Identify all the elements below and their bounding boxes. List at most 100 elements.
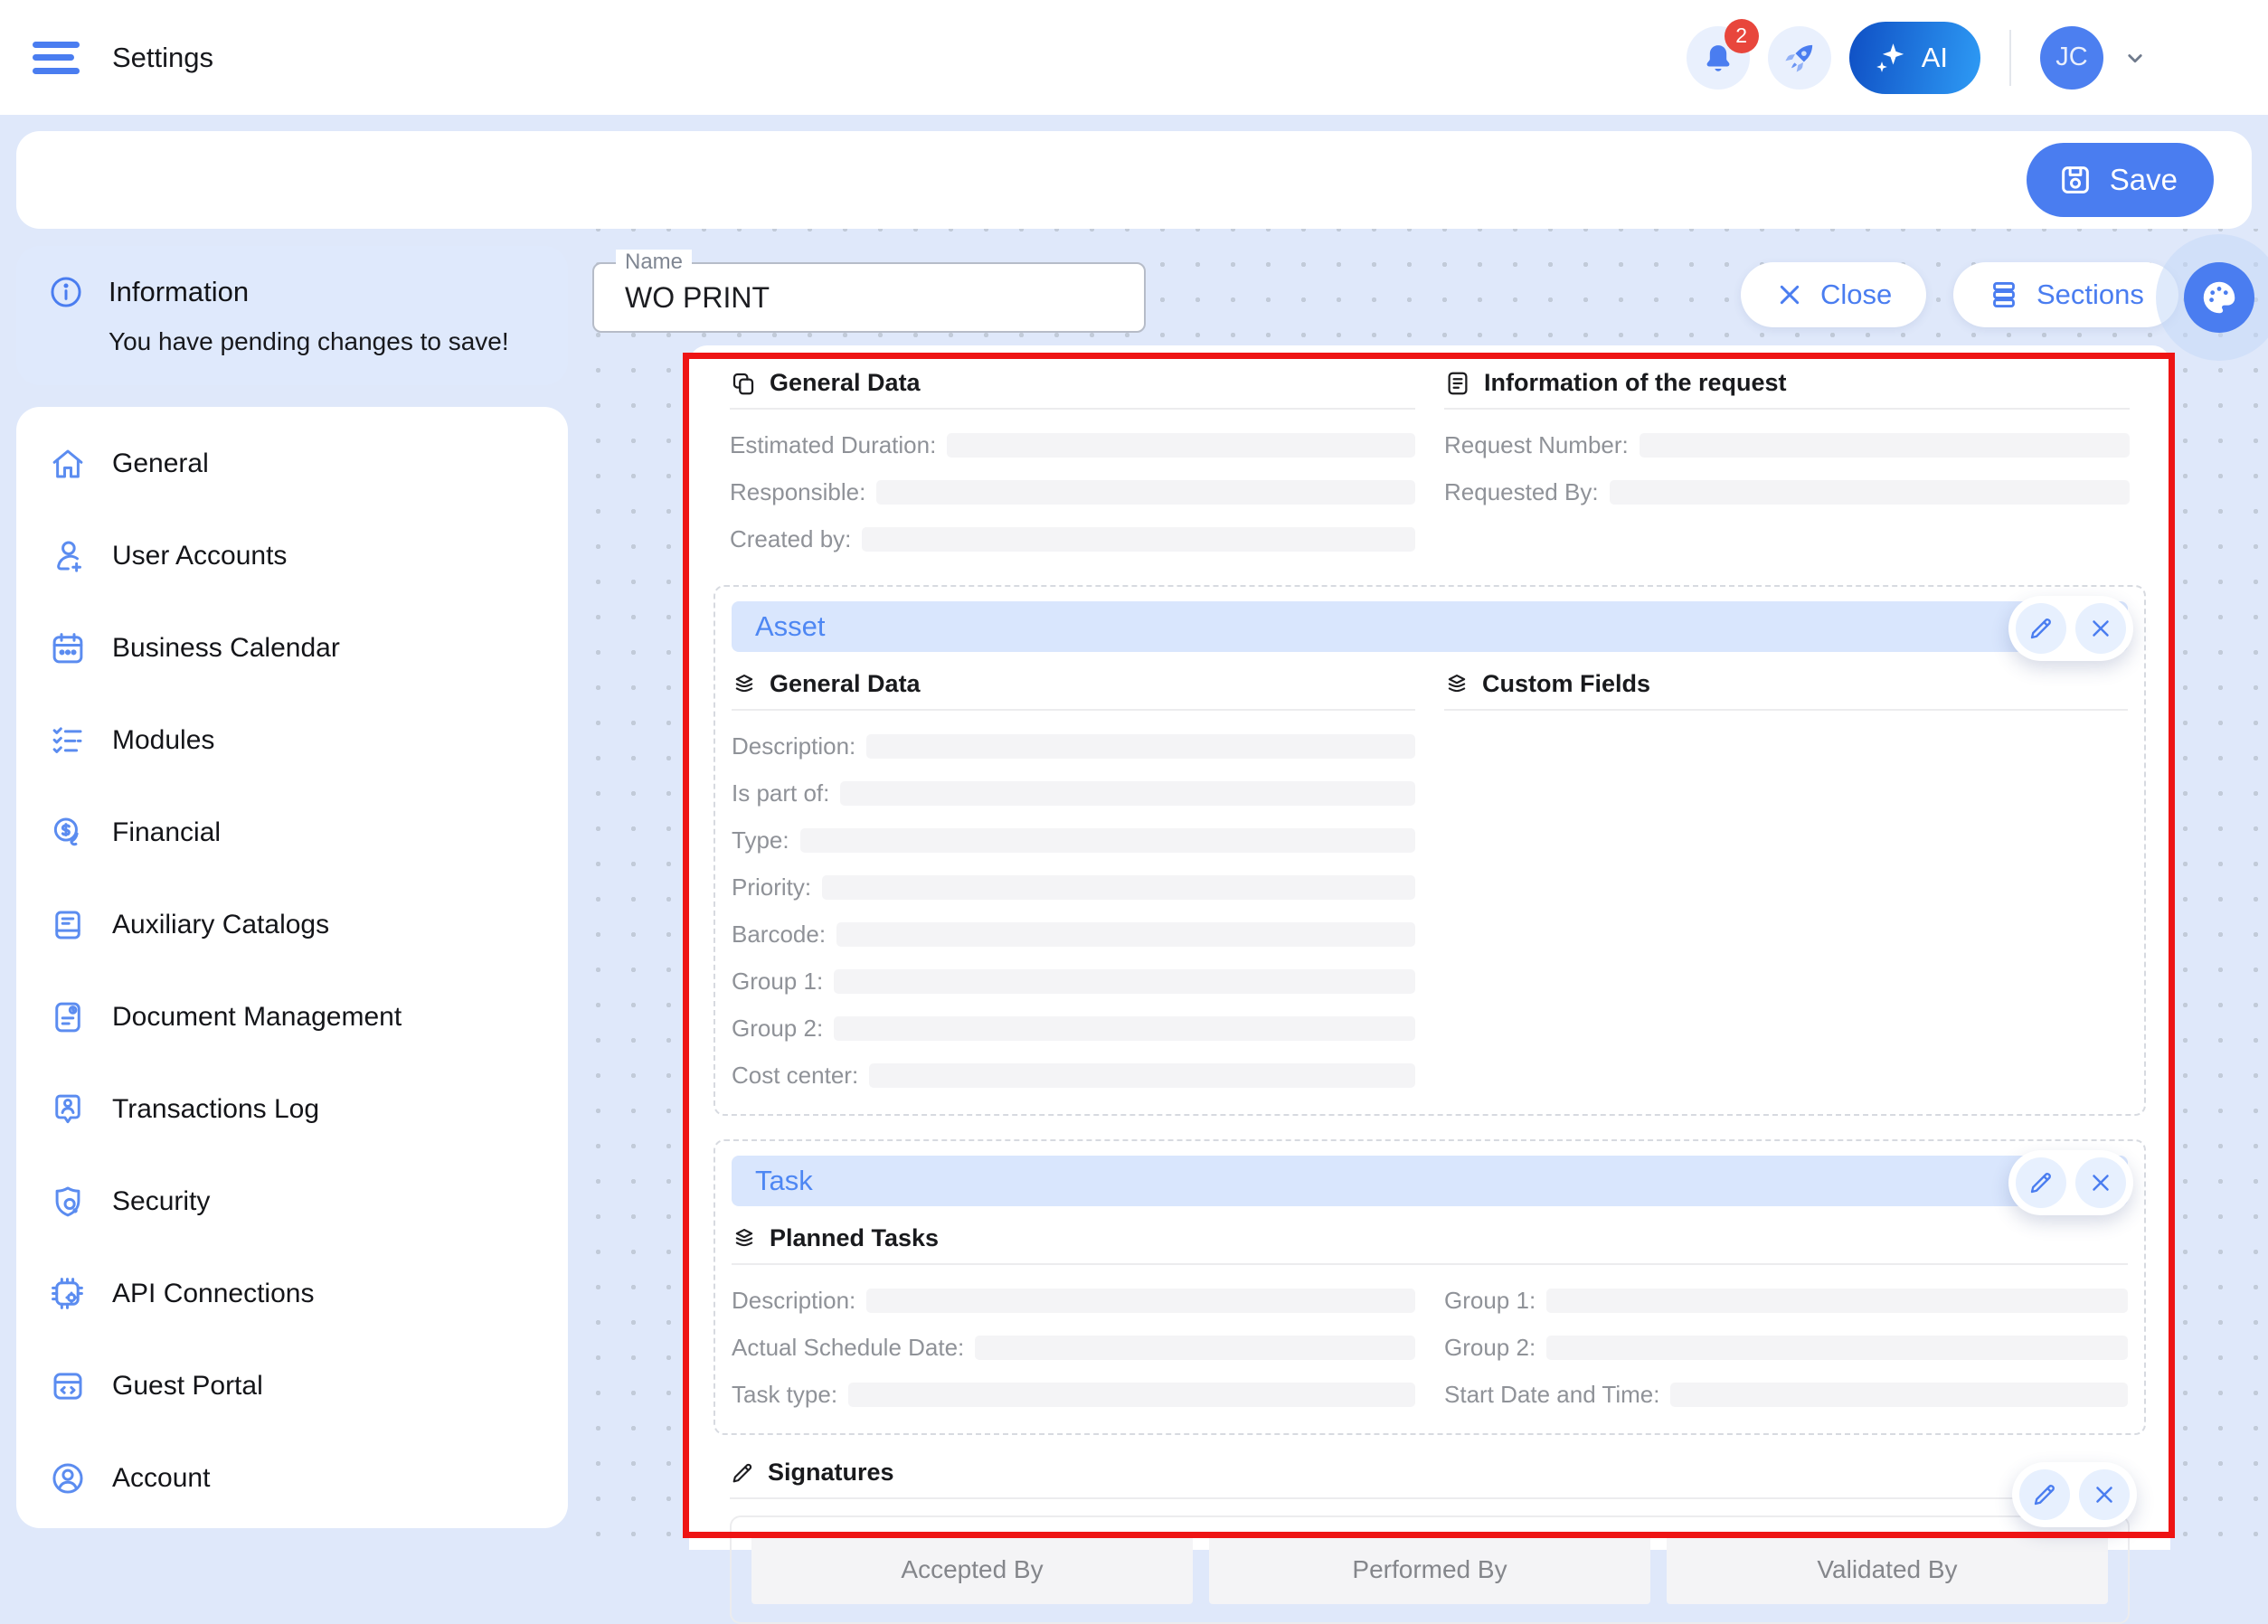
field-row: Barcode: [732, 921, 1415, 949]
field-row: Actual Schedule Date: [732, 1334, 1415, 1362]
pencil-icon [2027, 1169, 2055, 1196]
sidebar-item-api-connections[interactable]: API Connections [16, 1248, 568, 1340]
sidebar-item-label: Guest Portal [112, 1371, 263, 1402]
field-row: Group 1: [1444, 1287, 2128, 1315]
save-button[interactable]: Save [2027, 143, 2214, 217]
field-row: Estimated Duration: [730, 431, 1415, 459]
ai-button[interactable]: AI [1849, 22, 1980, 94]
divider [2009, 30, 2011, 86]
print-template-document: General Data Estimated Duration: Respons… [689, 345, 2170, 1550]
task-left-column: Description: Actual Schedule Date: Task … [732, 1287, 1415, 1428]
save-button-label: Save [2110, 163, 2178, 197]
x-icon [2087, 615, 2114, 642]
field-row: Group 2: [1444, 1334, 2128, 1362]
sidebar-item-label: API Connections [112, 1279, 314, 1309]
palette-icon [2198, 277, 2240, 318]
general-data-section: General Data Estimated Duration: Respons… [730, 369, 1415, 572]
sidebar-item-modules[interactable]: Modules [16, 694, 568, 787]
field-placeholder [800, 828, 1415, 853]
field-placeholder [1640, 433, 2130, 458]
copy-icon [730, 370, 757, 397]
sidebar-item-label: Financial [112, 817, 221, 848]
field-row: Request Number: [1444, 431, 2130, 459]
designer-canvas: Name WO PRINT Close Sections General Dat… [568, 229, 2268, 1550]
column-title: Custom Fields [1482, 670, 1650, 698]
field-row: Start Date and Time: [1444, 1381, 2128, 1409]
sidebar-item-general[interactable]: General [16, 418, 568, 510]
signature-cell-accepted-by: Accepted By [751, 1535, 1193, 1604]
edit-button[interactable] [2019, 1469, 2070, 1520]
alert-title: Information [109, 276, 249, 308]
layers-icon [732, 672, 757, 697]
sidebar-item-label: Transactions Log [112, 1094, 319, 1125]
asset-block-header[interactable]: Asset [732, 601, 2128, 652]
book-icon [49, 906, 87, 944]
sidebar-menu: General User Accounts Business Calendar … [16, 407, 568, 1528]
sidebar-item-label: Modules [112, 725, 214, 756]
notifications-button[interactable]: 2 [1687, 26, 1750, 90]
remove-button[interactable] [2075, 1157, 2126, 1208]
field-placeholder [975, 1336, 1415, 1360]
field-row: Group 2: [732, 1015, 1415, 1043]
checklist-icon [49, 722, 87, 760]
close-button[interactable]: Close [1741, 262, 1926, 327]
sidebar-item-label: Document Management [112, 1002, 402, 1033]
sidebar-item-security[interactable]: Security [16, 1156, 568, 1248]
sidebar-item-label: Security [112, 1186, 210, 1217]
sidebar-item-transactions-log[interactable]: Transactions Log [16, 1063, 568, 1156]
asset-custom-fields-column: Custom Fields [1444, 670, 2128, 1109]
field-placeholder [836, 922, 1415, 947]
rocket-button[interactable] [1768, 26, 1831, 90]
sidebar-item-business-calendar[interactable]: Business Calendar [16, 602, 568, 694]
field-placeholder [822, 875, 1415, 900]
sidebar-item-auxiliary-catalogs[interactable]: Auxiliary Catalogs [16, 879, 568, 971]
name-field[interactable]: Name WO PRINT [592, 262, 1146, 333]
avatar[interactable]: JC [2040, 26, 2103, 90]
sidebar-item-document-management[interactable]: Document Management [16, 971, 568, 1063]
signatures-block[interactable]: Signatures Accepted By Performed By Vali… [730, 1459, 2130, 1624]
notifications-badge: 2 [1725, 19, 1759, 53]
close-button-label: Close [1820, 279, 1892, 311]
pencil-icon [730, 1460, 755, 1486]
calendar-icon [49, 629, 87, 667]
sidebar-item-financial[interactable]: Financial [16, 787, 568, 879]
edit-button[interactable] [2016, 1157, 2066, 1208]
subsection-title: Planned Tasks [770, 1224, 939, 1252]
sidebar-item-label: User Accounts [112, 541, 287, 571]
remove-button[interactable] [2079, 1469, 2130, 1520]
edit-button[interactable] [2016, 603, 2066, 654]
toolbar: Save [16, 131, 2252, 229]
field-row: Description: [732, 732, 1415, 760]
sparkle-icon [1873, 40, 1909, 76]
ai-button-label: AI [1922, 42, 1948, 74]
sidebar-item-user-accounts[interactable]: User Accounts [16, 510, 568, 602]
alert-message: You have pending changes to save! [109, 327, 537, 356]
id-badge-icon [49, 1091, 87, 1128]
pencil-icon [2031, 1481, 2058, 1508]
field-placeholder [840, 781, 1415, 806]
field-row: Group 1: [732, 968, 1415, 996]
menu-icon[interactable] [33, 38, 80, 78]
task-block[interactable]: Task Planned Tasks Description: [713, 1139, 2146, 1435]
signatures-block-actions [2012, 1462, 2137, 1527]
sidebar-item-label: Business Calendar [112, 633, 340, 664]
field-placeholder [1546, 1289, 2128, 1313]
task-right-column: Group 1: Group 2: Start Date and Time: [1444, 1287, 2128, 1428]
sections-button[interactable]: Sections [1953, 262, 2178, 327]
palette-button[interactable] [2184, 262, 2254, 333]
asset-block[interactable]: Asset General Data Description: [713, 585, 2146, 1116]
sidebar-item-guest-portal[interactable]: Guest Portal [16, 1340, 568, 1432]
field-placeholder [947, 433, 1415, 458]
field-placeholder [862, 527, 1415, 552]
task-block-header[interactable]: Task [732, 1156, 2128, 1206]
field-placeholder [866, 734, 1415, 759]
field-placeholder [866, 1289, 1415, 1313]
user-plus-icon [49, 537, 87, 575]
document-clock-icon [49, 998, 87, 1036]
home-icon [49, 445, 87, 483]
chevron-down-icon[interactable] [2122, 44, 2149, 71]
sidebar-item-account[interactable]: Account [16, 1432, 568, 1525]
user-circle-icon [49, 1459, 87, 1497]
signatures-container: Accepted By Performed By Validated By [730, 1515, 2130, 1624]
remove-button[interactable] [2075, 603, 2126, 654]
